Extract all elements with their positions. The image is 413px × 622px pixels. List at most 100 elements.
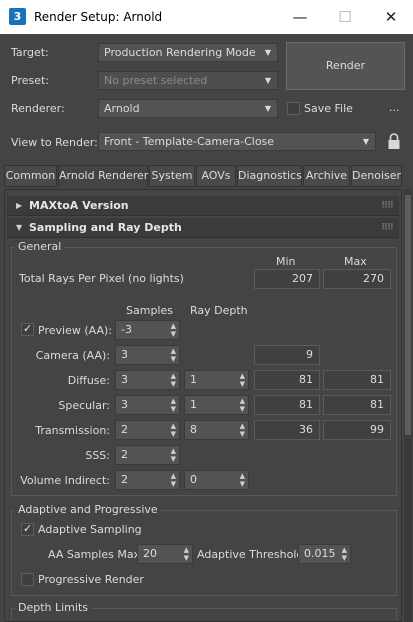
spinner-arrows-icon: ▲ ▼ (239, 422, 245, 438)
rollout-title: MAXtoA Version (29, 199, 129, 212)
transmission-min: 36 (254, 420, 320, 440)
transmission-depth-spinner[interactable]: 8 ▲ ▼ (184, 420, 249, 440)
more-options-button[interactable]: ... (389, 101, 400, 114)
tab-archive[interactable]: Archive (303, 165, 350, 187)
camera-aa-label: Camera (AA): (35, 349, 110, 362)
spinner-value: 1 (190, 398, 197, 411)
view-to-render-value: Front - Template-Camera-Close (104, 135, 275, 148)
preview-aa-samples-spinner[interactable]: -3 ▲ ▼ (115, 320, 180, 340)
progressive-render-checkbox[interactable] (21, 573, 34, 586)
save-file-checkbox[interactable] (287, 102, 300, 115)
depth-limits-title: Depth Limits (15, 601, 92, 614)
spinner-value: 3 (121, 373, 128, 386)
tab-common[interactable]: Common (4, 165, 57, 187)
3dsmax-app-icon: 3 (9, 8, 26, 25)
transmission-max: 99 (323, 420, 391, 440)
scrollbar-thumb[interactable] (405, 195, 411, 435)
spinner-arrows-icon: ▲ ▼ (239, 472, 245, 488)
spinner-value: 20 (143, 547, 157, 560)
spinner-value: -3 (121, 323, 132, 336)
spinner-value: 3 (121, 398, 128, 411)
preset-dropdown[interactable]: No preset selected ▼ (98, 71, 278, 90)
aa-samples-max-spinner[interactable]: 20 ▲ ▼ (137, 544, 193, 564)
render-button[interactable]: Render (286, 42, 405, 90)
spinner-arrows-icon: ▲ ▼ (239, 397, 245, 413)
specular-label: Specular: (58, 399, 110, 412)
grip-icon: ⠿⠿ (380, 223, 394, 233)
min-header: Min (276, 255, 296, 268)
spinner-arrows-icon: ▲ ▼ (341, 546, 347, 562)
tab-system[interactable]: System (149, 165, 195, 187)
spinner-value: 0.015 (304, 547, 336, 560)
renderer-dropdown[interactable]: Arnold ▼ (98, 99, 278, 118)
general-group-title: General (15, 240, 65, 253)
chevron-down-icon: ▼ (362, 137, 369, 146)
diffuse-min: 81 (254, 370, 320, 390)
view-to-render-dropdown[interactable]: Front - Template-Camera-Close ▼ (98, 132, 376, 151)
camera-aa-samples-spinner[interactable]: 3 ▲ ▼ (115, 345, 180, 365)
grip-icon: ⠿⠿ (380, 201, 394, 211)
tab-content-panel: ▶ MAXtoA Version ⠿⠿ ▼ Sampling and Ray D… (4, 189, 402, 622)
spinner-value: 2 (121, 423, 128, 436)
total-rays-max: 270 (323, 269, 391, 289)
maximize-button[interactable]: ☐ (331, 5, 359, 29)
preview-aa-label: Preview (AA): (38, 324, 112, 337)
tab-diagnostics[interactable]: Diagnostics (237, 165, 302, 187)
progressive-render-label: Progressive Render (38, 573, 144, 586)
spinner-value: 3 (121, 348, 128, 361)
spinner-value: 2 (121, 448, 128, 461)
adaptive-sampling-checkbox[interactable] (21, 522, 34, 536)
renderer-value: Arnold (104, 102, 140, 115)
transmission-label: Transmission: (35, 424, 110, 437)
lock-icon[interactable] (387, 133, 401, 150)
triangle-right-icon: ▶ (16, 201, 23, 210)
volume-indirect-depth-spinner[interactable]: 0 ▲ ▼ (184, 470, 249, 490)
total-rays-min: 207 (254, 269, 320, 289)
spinner-value: 0 (190, 473, 197, 486)
spinner-value: 8 (190, 423, 197, 436)
specular-samples-spinner[interactable]: 3 ▲ ▼ (115, 395, 180, 415)
transmission-samples-spinner[interactable]: 2 ▲ ▼ (115, 420, 180, 440)
triangle-down-icon: ▼ (16, 223, 23, 232)
spinner-arrows-icon: ▲ ▼ (170, 472, 176, 488)
aa-samples-max-label: AA Samples Max: (48, 548, 144, 561)
diffuse-depth-spinner[interactable]: 1 ▲ ▼ (184, 370, 249, 390)
diffuse-label: Diffuse: (67, 374, 110, 387)
adaptive-threshold-label: Adaptive Threshold: (197, 548, 308, 561)
spinner-arrows-icon: ▲ ▼ (170, 422, 176, 438)
total-rays-label: Total Rays Per Pixel (no lights) (19, 272, 184, 285)
sss-label: SSS: (85, 449, 110, 462)
specular-min: 81 (254, 395, 320, 415)
minimize-button[interactable]: — (286, 5, 314, 29)
rollout-maxtoa-version[interactable]: ▶ MAXtoA Version ⠿⠿ (7, 196, 399, 216)
close-button[interactable]: ✕ (377, 5, 405, 29)
spinner-arrows-icon: ▲ ▼ (170, 372, 176, 388)
renderer-label: Renderer: (11, 102, 65, 115)
spinner-arrows-icon: ▲ ▼ (170, 347, 176, 363)
chevron-down-icon: ▼ (264, 76, 271, 85)
diffuse-samples-spinner[interactable]: 3 ▲ ▼ (115, 370, 180, 390)
title-bar: 3 Render Setup: Arnold — ☐ ✕ (0, 0, 413, 34)
adaptive-threshold-spinner[interactable]: 0.015 ▲ ▼ (298, 544, 351, 564)
spinner-arrows-icon: ▲ ▼ (170, 397, 176, 413)
target-label: Target: (11, 46, 49, 59)
tab-arnold-renderer[interactable]: Arnold Renderer (58, 165, 148, 187)
spinner-value: 2 (121, 473, 128, 486)
camera-aa-min: 9 (254, 345, 320, 365)
specular-max: 81 (323, 395, 391, 415)
spinner-value: 1 (190, 373, 197, 386)
volume-indirect-samples-spinner[interactable]: 2 ▲ ▼ (115, 470, 180, 490)
specular-depth-spinner[interactable]: 1 ▲ ▼ (184, 395, 249, 415)
adaptive-sampling-label: Adaptive Sampling (38, 523, 142, 536)
preview-aa-checkbox[interactable] (21, 322, 34, 336)
tab-denoiser[interactable]: Denoiser (351, 165, 402, 187)
spinner-arrows-icon: ▲ ▼ (170, 447, 176, 463)
volume-indirect-label: Volume Indirect: (20, 474, 110, 487)
sss-samples-spinner[interactable]: 2 ▲ ▼ (115, 445, 180, 465)
rollout-sampling-ray-depth[interactable]: ▼ Sampling and Ray Depth ⠿⠿ (7, 218, 399, 238)
adaptive-progressive-title: Adaptive and Progressive (15, 503, 161, 516)
samples-header: Samples (126, 304, 173, 317)
tab-aovs[interactable]: AOVs (196, 165, 236, 187)
target-dropdown[interactable]: Production Rendering Mode ▼ (98, 43, 278, 62)
spinner-arrows-icon: ▲ ▼ (170, 322, 176, 338)
